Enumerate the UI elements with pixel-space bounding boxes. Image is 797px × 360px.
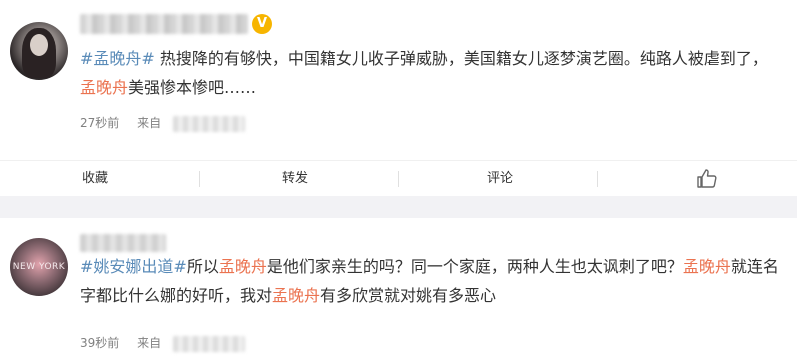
action-divider — [398, 171, 399, 187]
comment-button[interactable]: 评论 — [445, 161, 555, 197]
weibo-post: V #孟晚舟# 热搜降的有够快，中国籍女儿收子弹威胁，美国籍女儿逐梦演艺圈。纯路… — [0, 0, 797, 196]
post-time[interactable]: 27秒前 — [80, 114, 119, 131]
post-source-blurred[interactable] — [172, 115, 245, 132]
action-divider — [199, 171, 200, 187]
action-bar: 收藏 转发 评论 — [0, 160, 797, 197]
avatar-caption: NEW YORK — [12, 262, 66, 272]
weibo-post: NEW YORK #姚安娜出道#所以孟晚舟是他们家亲生的吗？同一个家庭，两种人生… — [0, 218, 797, 360]
username-blurred[interactable] — [80, 234, 166, 252]
post-content: #孟晚舟# 热搜降的有够快，中国籍女儿收子弹威胁，美国籍女儿逐梦演艺圈。纯路人被… — [80, 44, 780, 102]
post-meta: 27秒前 来自 — [80, 114, 245, 132]
user-avatar[interactable] — [10, 22, 68, 80]
post-meta: 39秒前 来自 — [80, 334, 245, 352]
feed-separator — [0, 196, 797, 218]
post-source-label: 来自 — [137, 336, 162, 350]
username-blurred[interactable] — [80, 14, 248, 34]
keyword-highlight[interactable]: 孟晚舟 — [80, 78, 128, 97]
thumbs-up-icon[interactable] — [695, 167, 719, 191]
repost-button[interactable]: 转发 — [240, 161, 350, 197]
post-text: 是他们家亲生的吗？同一个家庭，两种人生也太讽刺了吧？ — [266, 257, 683, 276]
keyword-highlight[interactable]: 孟晚舟 — [219, 257, 267, 276]
post-time[interactable]: 39秒前 — [80, 334, 119, 351]
keyword-highlight[interactable]: 孟晚舟 — [683, 257, 731, 276]
keyword-highlight[interactable]: 孟晚舟 — [272, 286, 320, 305]
post-text: 有多欣赏就对姚有多恶心 — [320, 286, 497, 305]
hashtag-link[interactable]: #孟晚舟# — [80, 49, 155, 68]
avatar-face — [30, 34, 48, 56]
post-text: 美强惨本惨吧…… — [128, 78, 257, 97]
verified-badge-icon: V — [252, 14, 272, 34]
post-content: #姚安娜出道#所以孟晚舟是他们家亲生的吗？同一个家庭，两种人生也太讽刺了吧？孟晚… — [80, 252, 780, 310]
favorite-button[interactable]: 收藏 — [40, 161, 150, 197]
hashtag-link[interactable]: #姚安娜出道# — [80, 257, 187, 276]
post-source-label: 来自 — [137, 116, 162, 130]
post-text: 所以 — [186, 257, 219, 276]
user-avatar[interactable]: NEW YORK — [10, 238, 68, 296]
post-text: 热搜降的有够快，中国籍女儿收子弹威胁，美国籍女儿逐梦演艺圈。纯路人被虐到了， — [154, 49, 768, 68]
action-divider — [597, 171, 598, 187]
post-source-blurred[interactable] — [172, 335, 245, 352]
